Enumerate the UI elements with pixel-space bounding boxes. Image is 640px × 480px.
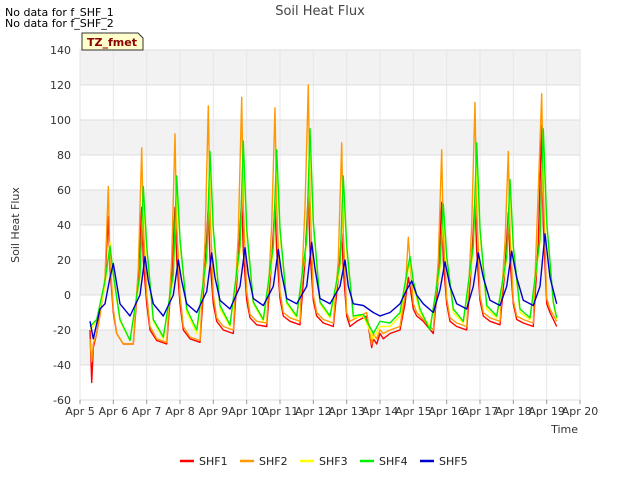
plot-band: [80, 50, 580, 85]
x-tick-label: Apr 16: [428, 405, 465, 418]
x-axis-ticks: Apr 5 Apr 6 Apr 7 Apr 8 Apr 9 Apr 10Apr 11Apr…: [65, 400, 598, 418]
station-badge: TZ_fmet: [81, 32, 144, 51]
chart-title: Soil Heat Flux: [275, 4, 365, 19]
x-tick-label: Apr 8: [165, 405, 195, 418]
y-tick-label: 60: [57, 184, 71, 197]
legend-label-shf2: SHF2: [259, 455, 288, 468]
x-tick-label: Apr 10: [228, 405, 265, 418]
y-axis-ticks: -60 -40 -20 0 20 40 60 80 100 120 140: [50, 44, 71, 407]
y-tick-label: 0: [64, 289, 71, 302]
badge-text: TZ_fmet: [87, 36, 137, 49]
y-tick-label: 40: [57, 219, 71, 232]
x-tick-label: Apr 17: [462, 405, 499, 418]
x-tick-label: Apr 6: [99, 405, 129, 418]
y-tick-label: 20: [57, 254, 71, 267]
x-axis-title: Time: [550, 423, 578, 436]
x-tick-label: Apr 7: [132, 405, 162, 418]
x-tick-label: Apr 19: [528, 405, 565, 418]
soil-heat-flux-chart: Soil Heat Flux Apr 5 Apr 6 Apr 7 Apr 8 Apr 9…: [9, 4, 598, 468]
x-tick-label: Apr 15: [395, 405, 432, 418]
y-tick-label: 140: [50, 44, 71, 57]
y-tick-label: -60: [53, 394, 71, 407]
y-tick-label: 100: [50, 114, 71, 127]
plot-band: [80, 190, 580, 225]
legend-label-shf3: SHF3: [319, 455, 348, 468]
plot-band: [80, 120, 580, 155]
y-tick-label: -40: [53, 359, 71, 372]
y-tick-label: -20: [53, 324, 71, 337]
x-tick-label: Apr 11: [262, 405, 299, 418]
x-tick-label: Apr 18: [495, 405, 532, 418]
y-axis-title: Soil Heat Flux: [9, 187, 22, 263]
legend-label-shf5: SHF5: [439, 455, 468, 468]
legend-label-shf4: SHF4: [379, 455, 408, 468]
legend: SHF1 SHF2 SHF3 SHF4 SHF5: [180, 455, 468, 468]
x-tick-label: Apr 13: [328, 405, 365, 418]
x-tick-label: Apr 9: [199, 405, 229, 418]
x-tick-label: Apr 12: [295, 405, 332, 418]
y-tick-label: 80: [57, 149, 71, 162]
y-tick-label: 120: [50, 79, 71, 92]
x-tick-label: Apr 20: [562, 405, 599, 418]
legend-label-shf1: SHF1: [199, 455, 228, 468]
x-tick-label: Apr 14: [362, 405, 399, 418]
